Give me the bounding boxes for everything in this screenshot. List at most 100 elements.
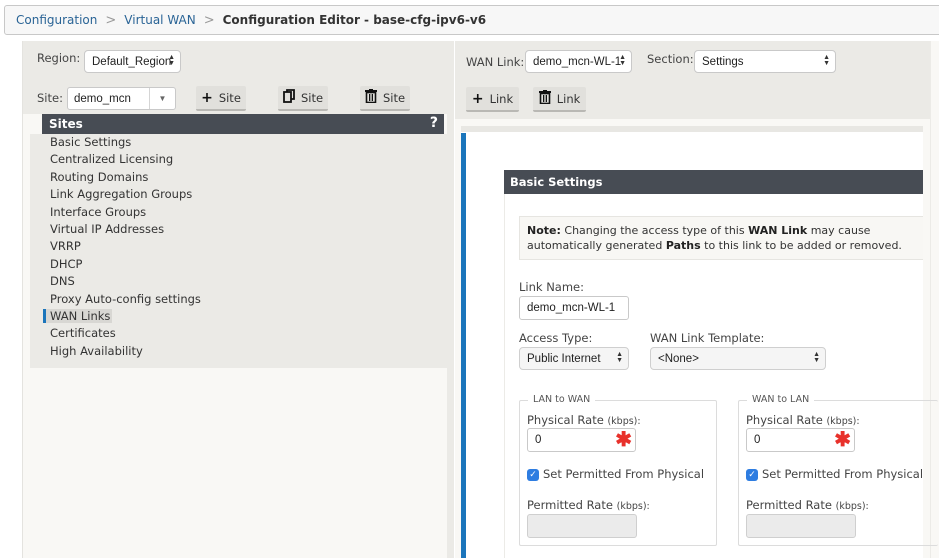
plus-icon: + [201, 89, 213, 106]
sites-item-certificates[interactable]: Certificates [30, 325, 454, 342]
unit-text: (kbps): [835, 501, 869, 512]
breadcrumb: Configuration > Virtual WAN > Configurat… [4, 5, 939, 35]
sites-item-label: VRRP [50, 239, 81, 254]
sites-item-wan-links[interactable]: WAN Links [30, 308, 454, 325]
sites-item-label: Centralized Licensing [50, 152, 174, 167]
sites-item-label: DHCP [50, 256, 83, 271]
sites-item-label: Virtual IP Addresses [50, 221, 165, 236]
wan-to-lan-permitted-rate-label: Permitted Rate (kbps): [746, 498, 869, 512]
delete-site-label: Site [382, 90, 406, 105]
unit-text: (kbps): [616, 501, 650, 512]
sites-item-centralized-licensing[interactable]: Centralized Licensing [30, 151, 454, 168]
note-text: Changing the access type of this [560, 224, 749, 237]
wan-link-template-select[interactable]: <None> ▲ ▼ [650, 347, 826, 370]
site-combo-value: demo_mcn [74, 92, 131, 105]
lan-to-wan-permitted-rate-label: Permitted Rate (kbps): [527, 498, 650, 512]
sites-item-routing-domains[interactable]: Routing Domains [30, 169, 454, 186]
required-asterisk-icon: ✱ [615, 429, 632, 451]
lan-to-wan-legend: LAN to WAN [528, 394, 596, 405]
section-select[interactable]: Settings ▲ ▼ [694, 50, 836, 73]
lan-to-wan-set-permitted-label[interactable]: Set Permitted From Physical [543, 467, 704, 481]
sites-item-virtual-ip-addresses[interactable]: Virtual IP Addresses [30, 221, 454, 238]
sites-item-interface-groups[interactable]: Interface Groups [30, 204, 454, 221]
sites-item-link-aggregation-groups[interactable]: Link Aggregation Groups [30, 186, 454, 203]
updown-arrows-icon: ▲ ▼ [813, 351, 820, 364]
sites-header-title: Sites [49, 117, 83, 131]
note-prefix: Note: [527, 224, 561, 237]
trash-icon [364, 89, 377, 106]
label-text: Physical Rate [527, 413, 604, 427]
add-link-label: Link [489, 91, 514, 106]
wan-to-lan-permitted-rate-input[interactable] [746, 514, 856, 538]
region-label: Region: [37, 51, 81, 65]
sites-nav-list: Basic Settings Centralized Licensing Rou… [30, 134, 454, 368]
sites-item-high-availability[interactable]: High Availability [30, 343, 454, 360]
clone-site-button[interactable]: Site [278, 86, 328, 111]
region-select-value: Default_Region [92, 55, 172, 68]
sites-item-dns[interactable]: DNS [30, 273, 454, 290]
clone-site-label: Site [300, 90, 324, 105]
label-text: Permitted Rate [746, 498, 832, 512]
site-label: Site: [37, 91, 63, 105]
sites-item-proxy-auto-config[interactable]: Proxy Auto-config settings [30, 291, 454, 308]
delete-link-label: Link [556, 91, 581, 106]
access-type-value: Public Internet [527, 352, 601, 365]
site-combo[interactable]: demo_mcn ▼ [67, 87, 176, 110]
delete-link-button[interactable]: Link [533, 87, 586, 112]
label-text: Physical Rate [746, 413, 823, 427]
lan-to-wan-set-permitted-checkbox[interactable]: ✓ [527, 469, 539, 481]
wan-link-select-value: demo_mcn-WL-1 [533, 55, 622, 68]
physical-rate-value: 0 [535, 434, 542, 446]
updown-arrows-icon: ▲ ▼ [168, 54, 175, 67]
link-name-label: Link Name: [519, 280, 585, 294]
chevron-down-icon[interactable]: ▼ [149, 88, 175, 109]
sites-item-label: Proxy Auto-config settings [50, 291, 201, 306]
sites-header: Sites ? [42, 114, 444, 134]
trash-icon [538, 90, 551, 107]
copy-icon [283, 89, 295, 106]
site-toolbar: Region: Default_Region ▲ ▼ Site: demo_mcn… [23, 41, 454, 114]
wan-link-toolbar: WAN Link: demo_mcn-WL-1 ▲ ▼ Section: Sett… [455, 41, 930, 119]
wan-link-select[interactable]: demo_mcn-WL-1 ▲ ▼ [525, 50, 632, 73]
breadcrumb-separator: > [203, 12, 215, 28]
sites-item-label: Certificates [50, 326, 116, 341]
note-bold: WAN Link [748, 224, 808, 237]
lan-to-wan-permitted-rate-input[interactable] [527, 514, 637, 538]
breadcrumb-configuration[interactable]: Configuration [16, 13, 97, 27]
region-select[interactable]: Default_Region ▲ ▼ [84, 50, 181, 73]
sites-item-vrrp[interactable]: VRRP [30, 238, 454, 255]
lan-to-wan-physical-rate-label: Physical Rate (kbps): [527, 413, 641, 427]
wan-link-template-value: <None> [658, 352, 699, 365]
site-panel: Region: Default_Region ▲ ▼ Site: demo_mcn… [22, 41, 454, 558]
link-name-input[interactable]: demo_mcn-WL-1 [519, 296, 629, 320]
link-name-value: demo_mcn-WL-1 [527, 302, 616, 314]
help-icon[interactable]: ? [430, 115, 438, 131]
wan-to-lan-physical-rate-input[interactable]: 0 ✱ [746, 428, 855, 452]
sites-item-label: Interface Groups [50, 204, 147, 219]
sites-item-label: Routing Domains [50, 169, 149, 184]
note-bold: Paths [665, 239, 701, 252]
delete-site-button[interactable]: Site [360, 86, 410, 111]
section-label: Section: [647, 52, 694, 66]
unit-text: (kbps): [607, 416, 641, 427]
left-panel-scrollbar[interactable] [447, 114, 454, 558]
breadcrumb-virtual-wan[interactable]: Virtual WAN [124, 13, 195, 27]
wan-to-lan-set-permitted-label[interactable]: Set Permitted From Physical [762, 467, 923, 481]
checkmark-icon: ✓ [748, 470, 756, 480]
access-type-label: Access Type: [519, 331, 593, 345]
add-site-button[interactable]: + Site [196, 86, 246, 111]
sites-item-dhcp[interactable]: DHCP [30, 256, 454, 273]
wan-link-template-label: WAN Link Template: [650, 331, 765, 345]
access-type-select[interactable]: Public Internet ▲ ▼ [519, 347, 629, 370]
access-type-note: Note: Changing the access type of this W… [519, 216, 923, 260]
add-link-button[interactable]: + Link [466, 87, 519, 112]
basic-settings-header: Basic Settings [504, 170, 923, 194]
active-section-indicator [461, 133, 466, 558]
sites-item-label: High Availability [50, 343, 143, 358]
sites-item-label: WAN Links [43, 308, 113, 323]
wan-to-lan-set-permitted-checkbox[interactable]: ✓ [746, 469, 758, 481]
wan-to-lan-physical-rate-label: Physical Rate (kbps): [746, 413, 860, 427]
breadcrumb-separator: > [105, 12, 117, 28]
lan-to-wan-physical-rate-input[interactable]: 0 ✱ [527, 428, 636, 452]
sites-item-basic-settings[interactable]: Basic Settings [30, 134, 454, 151]
